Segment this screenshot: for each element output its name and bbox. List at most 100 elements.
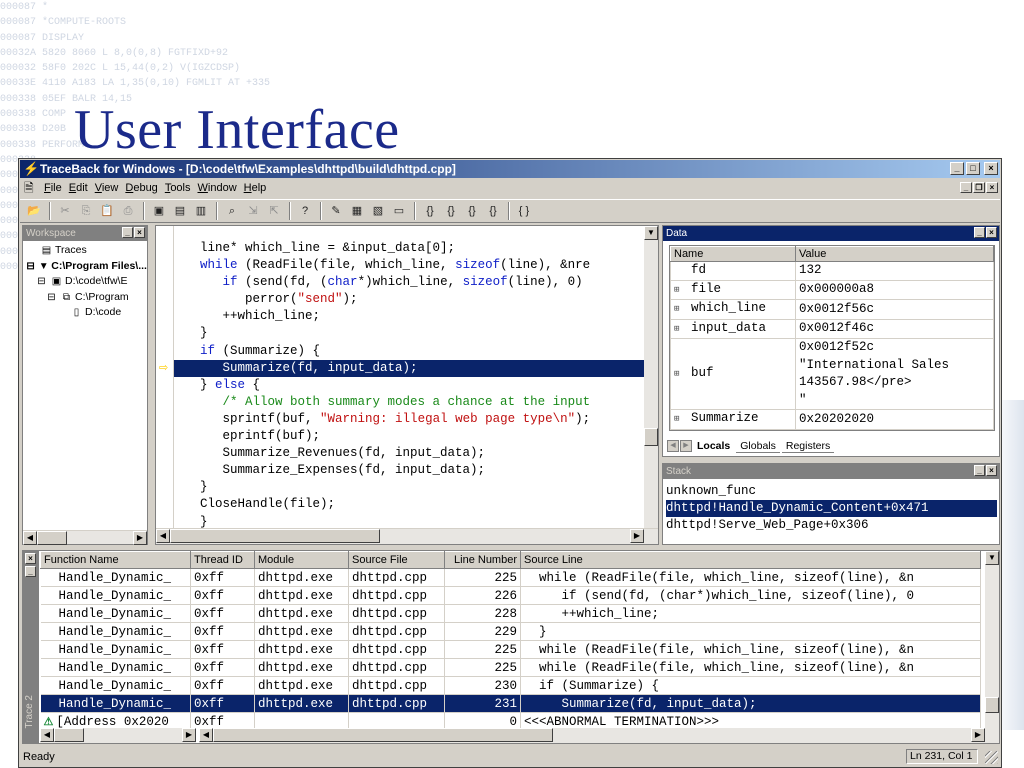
column-header-function-name[interactable]: Function Name: [40, 551, 191, 569]
trace-row[interactable]: Handle_Dynamic_ 0xff dhttpd.exe dhttpd.cpp 2…: [40, 676, 981, 695]
pane-close-button[interactable]: ×: [134, 227, 145, 238]
pane-close-button[interactable]: ×: [986, 227, 997, 238]
open-folder-icon[interactable]: 📂: [24, 202, 44, 220]
trace-row[interactable]: Handle_Dynamic_ 0xff dhttpd.exe dhttpd.cpp 2…: [40, 640, 981, 659]
code-line[interactable]: } else {: [174, 377, 644, 394]
edit-icon[interactable]: ✎: [326, 202, 346, 220]
scroll-right-arrow[interactable]: ▶: [133, 531, 147, 545]
code-line[interactable]: sprintf(buf, "Warning: illegal web page …: [174, 411, 644, 428]
workspace-hscrollbar[interactable]: ◀ ▶: [23, 530, 147, 545]
column-header-module[interactable]: Module: [254, 551, 349, 569]
tab-globals[interactable]: Globals: [736, 440, 780, 453]
trace-row[interactable]: Handle_Dynamic_ 0xff dhttpd.exe dhttpd.cpp 2…: [40, 622, 981, 641]
variable-row[interactable]: ⊞ Summarize 0x20202020: [670, 409, 994, 430]
workspace-caption[interactable]: Workspace _ ×: [23, 226, 147, 241]
trace-vscrollbar[interactable]: ▲ ▼: [985, 551, 999, 729]
mdi-close-button[interactable]: ×: [986, 182, 998, 193]
cut-icon[interactable]: ✂: [55, 202, 75, 220]
pane-minimize-button[interactable]: _: [122, 227, 133, 238]
find-prev-icon[interactable]: ⇱: [264, 202, 284, 220]
step-over-icon[interactable]: {}: [441, 202, 461, 220]
expander-icon[interactable]: ⊟: [25, 259, 36, 275]
scroll-thumb[interactable]: [170, 529, 380, 543]
pane-minimize-button[interactable]: _: [974, 227, 985, 238]
editor-vscrollbar[interactable]: ▲ ▼: [644, 226, 658, 530]
trace-row[interactable]: Handle_Dynamic_ 0xff dhttpd.exe dhttpd.cpp 2…: [40, 568, 981, 587]
mdi-restore-button[interactable]: ❐: [973, 182, 985, 193]
brace-match-icon[interactable]: { }: [514, 202, 534, 220]
code-line[interactable]: if (send(fd, (char*)which_line, sizeof(l…: [174, 274, 644, 291]
expander-icon[interactable]: ⊟: [45, 290, 58, 306]
menu-help[interactable]: Help: [244, 182, 267, 194]
trace-hscrollbar-right[interactable]: ◀ ▶: [199, 728, 999, 743]
memory-view-icon[interactable]: ▧: [368, 202, 388, 220]
scroll-thumb[interactable]: [985, 697, 999, 713]
step-into-icon[interactable]: {}: [420, 202, 440, 220]
column-header-source-file[interactable]: Source File: [348, 551, 445, 569]
stack-frame[interactable]: dhttpd!Handle_Dynamic_Content+0x471: [666, 500, 997, 517]
editor-hscrollbar[interactable]: ◀ ▶: [156, 528, 658, 544]
trace-row[interactable]: Handle_Dynamic_ 0xff dhttpd.exe dhttpd.cpp 2…: [40, 658, 981, 677]
expander-icon[interactable]: ⊟: [35, 274, 48, 290]
document-icon[interactable]: 🗎: [24, 181, 38, 195]
tab-scroll-left-icon[interactable]: ◀: [667, 440, 679, 452]
pane-minimize-button[interactable]: _: [25, 566, 36, 577]
scroll-left-arrow[interactable]: ◀: [40, 728, 54, 742]
variable-row[interactable]: fd 132: [670, 261, 994, 281]
column-header-source-line[interactable]: Source Line: [520, 551, 981, 569]
tree-item[interactable]: ▤ Traces: [25, 243, 147, 259]
code-line[interactable]: CloseHandle(file);: [174, 496, 644, 513]
menu-view[interactable]: View: [95, 182, 119, 194]
column-header-value[interactable]: Value: [795, 246, 994, 262]
trace-view-icon[interactable]: ▤: [170, 202, 190, 220]
column-header-thread-id[interactable]: Thread ID: [190, 551, 255, 569]
tree-item[interactable]: ⊟ ▼ C:\Program Files\...: [25, 259, 147, 275]
tree-item[interactable]: ⊟ ▣ D:\code\tfw\E: [25, 274, 147, 290]
paste-icon[interactable]: 📋: [97, 202, 117, 220]
scroll-thumb[interactable]: [37, 531, 67, 545]
data-view-icon[interactable]: ▦: [347, 202, 367, 220]
trace-row[interactable]: Handle_Dynamic_ 0xff dhttpd.exe dhttpd.cpp 2…: [40, 604, 981, 623]
tree-item[interactable]: ▯ D:\code: [25, 305, 147, 321]
stack-view-icon[interactable]: ▥: [191, 202, 211, 220]
copy-icon[interactable]: ⎘: [76, 202, 96, 220]
column-header-name[interactable]: Name: [670, 246, 796, 262]
trace-row[interactable]: Handle_Dynamic_ 0xff dhttpd.exe dhttpd.cpp 2…: [40, 694, 981, 713]
mdi-minimize-button[interactable]: _: [960, 182, 972, 193]
expand-icon[interactable]: ⊞: [674, 366, 686, 384]
resize-grip-icon[interactable]: [985, 751, 998, 764]
trace-row[interactable]: Handle_Dynamic_ 0xff dhttpd.exe dhttpd.cpp 2…: [40, 586, 981, 605]
tab-scroll-right-icon[interactable]: ▶: [680, 440, 692, 452]
editor-gutter[interactable]: ⇨: [156, 226, 174, 530]
step-out-icon[interactable]: {}: [462, 202, 482, 220]
code-line[interactable]: if (Summarize) {: [174, 343, 644, 360]
code-line[interactable]: line* which_line = &input_data[0];: [174, 240, 644, 257]
code-line[interactable]: /* Allow both summary modes a chance at …: [174, 394, 644, 411]
code-line[interactable]: Summarize_Expenses(fd, input_data);: [174, 462, 644, 479]
tree-item[interactable]: ⊟ ⧉ C:\Program: [25, 290, 147, 306]
scroll-right-arrow[interactable]: ▶: [182, 728, 196, 742]
column-header-line-number[interactable]: Line Number: [444, 551, 521, 569]
stack-frame[interactable]: unknown_func: [666, 483, 997, 500]
scroll-down-arrow[interactable]: ▼: [985, 551, 999, 565]
code-line[interactable]: ++which_line;: [174, 308, 644, 325]
scroll-thumb[interactable]: [213, 728, 553, 742]
code-line[interactable]: eprintf(buf);: [174, 428, 644, 445]
variable-row[interactable]: ⊞ input_data 0x0012f46c: [670, 318, 994, 339]
code-line[interactable]: while (ReadFile(file, which_line, sizeof…: [174, 257, 644, 274]
scroll-thumb[interactable]: [54, 728, 84, 742]
expand-icon[interactable]: ⊞: [674, 411, 686, 429]
menu-edit[interactable]: Edit: [69, 182, 88, 194]
variable-row[interactable]: ⊞ buf 0x0012f52c "International Sales 1435…: [670, 338, 994, 410]
close-button[interactable]: ×: [984, 162, 998, 175]
scroll-left-arrow[interactable]: ◀: [156, 529, 170, 543]
maximize-button[interactable]: □: [966, 162, 980, 175]
window-titlebar[interactable]: ⚡ TraceBack for Windows - [D:\code\tfw\E…: [20, 160, 1000, 178]
expand-icon[interactable]: ⊞: [674, 321, 686, 339]
source-editor[interactable]: ⇨ line* which_line = &input_data[0]; whil…: [155, 225, 659, 545]
stack-caption[interactable]: Stack _ ×: [663, 464, 999, 479]
current-execution-line[interactable]: Summarize(fd, input_data);: [174, 359, 644, 377]
workspace-toggle-icon[interactable]: ▣: [149, 202, 169, 220]
tab-registers[interactable]: Registers: [781, 440, 835, 453]
code-line[interactable]: }: [174, 325, 644, 342]
